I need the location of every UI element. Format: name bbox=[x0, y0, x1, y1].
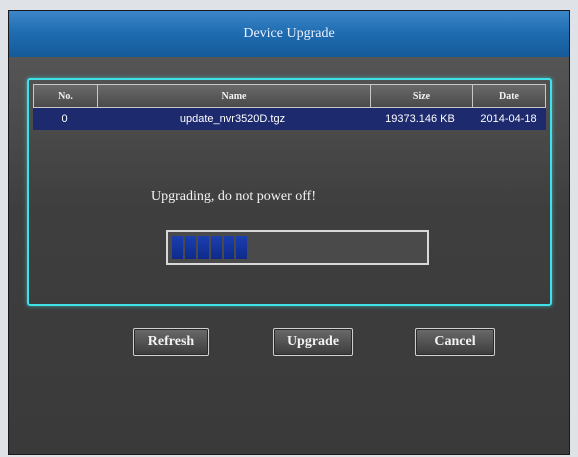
column-header-size: Size bbox=[370, 85, 472, 107]
refresh-button[interactable]: Refresh bbox=[133, 328, 209, 356]
progress-segment bbox=[223, 236, 235, 259]
column-header-name: Name bbox=[97, 85, 370, 107]
cell-date: 2014-04-18 bbox=[480, 113, 537, 125]
dialog-title: Device Upgrade bbox=[243, 26, 335, 41]
cell-name: update_nvr3520D.tgz bbox=[179, 113, 286, 125]
upgrade-progress-bar bbox=[166, 230, 429, 265]
cancel-button[interactable]: Cancel bbox=[415, 328, 495, 356]
upgrade-button[interactable]: Upgrade bbox=[273, 328, 353, 356]
progress-segment bbox=[210, 236, 222, 259]
dialog-title-bar: Device Upgrade bbox=[9, 11, 569, 57]
progress-fill bbox=[172, 236, 248, 259]
table-row[interactable]: 0 update_nvr3520D.tgz 19373.146 KB 2014-… bbox=[33, 108, 546, 130]
upgrade-panel: No. Name Size Date 0 update_nvr3520D.tgz… bbox=[27, 78, 552, 306]
device-upgrade-dialog: Device Upgrade No. Name Size Date 0 upda… bbox=[8, 10, 570, 455]
column-header-no: No. bbox=[58, 90, 73, 102]
file-table-header: No. Name Size Date bbox=[33, 84, 546, 108]
progress-segment bbox=[172, 236, 183, 259]
cell-size: 19373.146 KB bbox=[385, 113, 455, 125]
upgrade-status-message: Upgrading, do not power off! bbox=[151, 189, 316, 204]
progress-segment bbox=[236, 236, 248, 259]
cell-no: 0 bbox=[61, 113, 68, 125]
progress-segment bbox=[197, 236, 209, 259]
progress-segment bbox=[184, 236, 196, 259]
column-header-date: Date bbox=[472, 85, 545, 107]
